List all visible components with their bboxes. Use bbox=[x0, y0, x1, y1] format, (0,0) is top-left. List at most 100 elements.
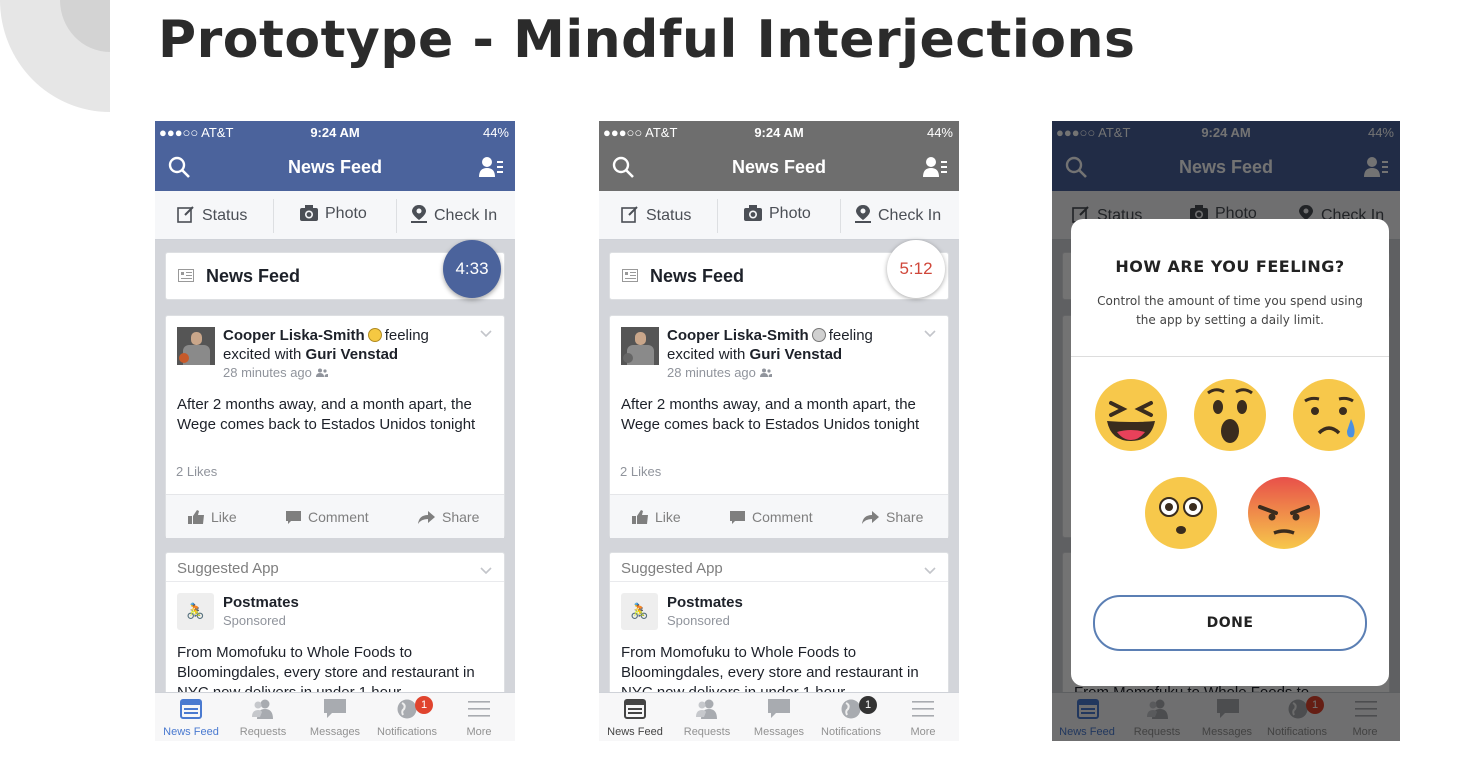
suggested-app-header: Suggested App bbox=[621, 560, 723, 577]
check-in-button[interactable]: Check In bbox=[855, 205, 941, 225]
friends-list-icon[interactable] bbox=[479, 156, 503, 178]
tab-more[interactable]: More bbox=[443, 693, 515, 741]
tab-messages[interactable]: Messages bbox=[299, 693, 371, 741]
sad-face-icon[interactable] bbox=[1293, 379, 1365, 451]
phone-screen-feeling-modal: ●●●○○ AT&T 9:24 AM 44% News Feed Status … bbox=[1052, 121, 1400, 741]
status-button[interactable]: Status bbox=[621, 205, 691, 225]
status-label: Status bbox=[202, 207, 248, 224]
tab-notifications[interactable]: 1 Notifications bbox=[371, 693, 443, 741]
check-in-button[interactable]: Check In bbox=[411, 205, 497, 225]
composer-actions: Status Photo Check In bbox=[155, 191, 515, 240]
share-button[interactable]: Share bbox=[862, 509, 923, 525]
share-arrow-icon bbox=[862, 511, 879, 524]
tab-news-feed[interactable]: News Feed bbox=[599, 693, 671, 741]
app-name[interactable]: Postmates bbox=[223, 594, 299, 611]
like-label: Like bbox=[655, 509, 681, 525]
location-pin-icon bbox=[855, 205, 871, 223]
postmates-logo-icon[interactable]: 🚴 bbox=[177, 593, 214, 630]
check-in-label: Check In bbox=[878, 207, 942, 224]
post-author[interactable]: Cooper Liska-Smith bbox=[667, 327, 809, 344]
share-label: Share bbox=[886, 509, 924, 525]
feeling-emoji-icon bbox=[367, 328, 382, 342]
feeling-emoji-icon bbox=[811, 328, 826, 342]
edit-icon bbox=[621, 206, 638, 223]
tab-label: More bbox=[466, 726, 492, 738]
camera-icon bbox=[300, 205, 318, 221]
comment-icon bbox=[286, 511, 301, 524]
notification-badge: 1 bbox=[415, 696, 433, 714]
tab-more[interactable]: More bbox=[887, 693, 959, 741]
phone-screen-grey-timer: ●●●○○ AT&T 9:24 AM 44% News Feed Status … bbox=[599, 121, 959, 741]
chevron-down-icon[interactable] bbox=[924, 330, 936, 337]
avatar[interactable] bbox=[621, 327, 659, 365]
feeling-modal: HOW ARE YOU FEELING? Control the amount … bbox=[1071, 219, 1389, 686]
photo-button[interactable]: Photo bbox=[744, 205, 811, 223]
wide-eyed-face-icon[interactable] bbox=[1145, 477, 1217, 549]
hamburger-menu-icon bbox=[468, 701, 490, 717]
check-in-label: Check In bbox=[434, 207, 498, 224]
chevron-down-icon[interactable] bbox=[480, 330, 492, 337]
postmates-logo-icon[interactable]: 🚴 bbox=[621, 593, 658, 630]
tab-requests[interactable]: Requests bbox=[671, 693, 743, 741]
sponsored-label: Sponsored bbox=[223, 613, 286, 628]
suggested-app-header: Suggested App bbox=[177, 560, 279, 577]
post-timestamp: 28 minutes ago bbox=[223, 365, 328, 380]
thumbs-up-icon bbox=[632, 510, 648, 524]
post-time-text: 28 minutes ago bbox=[667, 365, 756, 380]
tab-bar: News Feed Requests Messages 1 Notificatio… bbox=[155, 692, 515, 741]
tab-label: More bbox=[910, 726, 936, 738]
like-button[interactable]: Like bbox=[188, 509, 237, 525]
messages-icon bbox=[324, 699, 346, 718]
tab-news-feed[interactable]: News Feed bbox=[155, 693, 227, 741]
app-name[interactable]: Postmates bbox=[667, 594, 743, 611]
post-header-line1: Cooper Liska-Smith feeling bbox=[223, 327, 429, 344]
done-button[interactable]: DONE bbox=[1093, 595, 1367, 651]
tab-notifications[interactable]: 1 Notifications bbox=[815, 693, 887, 741]
friend-requests-icon bbox=[252, 699, 273, 719]
notification-badge: 1 bbox=[859, 696, 877, 714]
feeling-text: feeling bbox=[384, 327, 429, 344]
laughing-face-icon[interactable] bbox=[1095, 379, 1167, 451]
angry-face-icon[interactable] bbox=[1248, 477, 1320, 549]
thumbs-up-icon bbox=[188, 510, 204, 524]
comment-button[interactable]: Comment bbox=[286, 509, 369, 525]
tagged-user[interactable]: Guri Venstad bbox=[306, 346, 399, 363]
share-label: Share bbox=[442, 509, 480, 525]
comment-button[interactable]: Comment bbox=[730, 509, 813, 525]
tab-messages[interactable]: Messages bbox=[743, 693, 815, 741]
photo-button[interactable]: Photo bbox=[300, 205, 367, 223]
likes-count[interactable]: 2 Likes bbox=[176, 464, 217, 479]
post-time-text: 28 minutes ago bbox=[223, 365, 312, 380]
post-author[interactable]: Cooper Liska-Smith bbox=[223, 327, 365, 344]
tab-label: Notifications bbox=[377, 726, 437, 738]
news-feed-list-icon bbox=[622, 269, 638, 282]
share-button[interactable]: Share bbox=[418, 509, 479, 525]
like-button[interactable]: Like bbox=[632, 509, 681, 525]
likes-count[interactable]: 2 Likes bbox=[620, 464, 661, 479]
usage-timer-badge[interactable]: 4:33 bbox=[443, 240, 501, 298]
post-action-bar: Like Comment Share bbox=[610, 494, 948, 538]
news-feed-tab-icon bbox=[180, 699, 202, 719]
tab-bar: News Feed Requests Messages 1 Notificatio… bbox=[599, 692, 959, 741]
comment-label: Comment bbox=[752, 509, 813, 525]
share-arrow-icon bbox=[418, 511, 435, 524]
chevron-down-icon[interactable] bbox=[924, 567, 936, 574]
tagged-user[interactable]: Guri Venstad bbox=[750, 346, 843, 363]
tab-label: Notifications bbox=[821, 726, 881, 738]
surprised-face-icon[interactable] bbox=[1194, 379, 1266, 451]
post-action-bar: Like Comment Share bbox=[166, 494, 504, 538]
friends-privacy-icon bbox=[315, 368, 328, 377]
post-text: After 2 months away, and a month apart, … bbox=[177, 396, 476, 433]
friends-list-icon[interactable] bbox=[923, 156, 947, 178]
post-card: Cooper Liska-Smith feeling excited with G… bbox=[166, 316, 504, 538]
chevron-down-icon[interactable] bbox=[480, 567, 492, 574]
modal-subtitle: Control the amount of time you spend usi… bbox=[1097, 294, 1363, 327]
status-button[interactable]: Status bbox=[177, 205, 247, 225]
avatar[interactable] bbox=[177, 327, 215, 365]
tab-requests[interactable]: Requests bbox=[227, 693, 299, 741]
usage-timer-badge[interactable]: 5:12 bbox=[887, 240, 945, 298]
news-feed-tab-icon bbox=[624, 699, 646, 719]
excited-with-text: excited with bbox=[667, 346, 746, 363]
status-time: 9:24 AM bbox=[754, 125, 804, 140]
photo-label: Photo bbox=[769, 205, 811, 222]
